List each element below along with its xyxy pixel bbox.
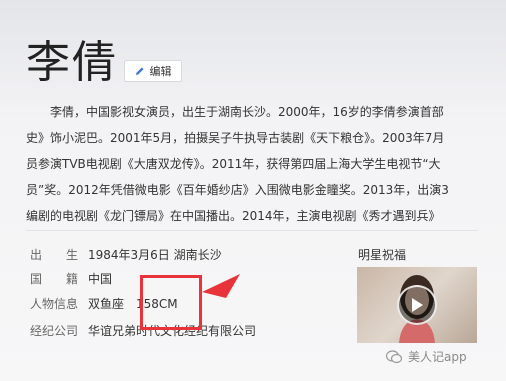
- summary-line: 员参演TVB电视剧《大唐双龙传》。2011年，获得第四届上海大学生电视节“大: [26, 157, 441, 171]
- summary-line: 史》饰小泥巴。2001年5月，拍摄吴子牛执导古装剧《天下粮仓》。2003年7月: [26, 131, 445, 145]
- divider: [26, 230, 478, 231]
- fans-section-title: 明星祝福: [358, 248, 407, 262]
- info-row-nationality: 国 籍中国: [30, 270, 112, 288]
- info-key: 国 籍: [30, 272, 79, 286]
- watermark: 美人记app: [386, 348, 467, 365]
- watermark-text: 美人记app: [408, 350, 467, 364]
- video-thumbnail[interactable]: [357, 267, 477, 343]
- wechat-icon: [386, 349, 402, 363]
- edit-button[interactable]: 编辑: [124, 60, 182, 82]
- info-row-birth: 出 生 1984年3月6日 湖南长沙: [30, 246, 222, 264]
- summary-line: 李倩，中国影视女演员，出生于湖南长沙。2000年，16岁的李倩参演首部: [26, 105, 444, 119]
- info-value: 1984年3月6日 湖南长沙: [88, 248, 222, 262]
- annotation-arrow: [202, 274, 240, 298]
- annotation-box: [140, 275, 202, 330]
- summary-line: 编剧的电视剧《龙门镖局》在中国播出。2014年，主演电视剧《秀才遇到兵》: [26, 209, 441, 223]
- info-value: 中国: [88, 272, 113, 286]
- summary-paragraph: 李倩，中国影视女演员，出生于湖南长沙。2000年，16岁的李倩参演首部 史》饰小…: [26, 99, 506, 229]
- page-title: 李倩: [26, 37, 118, 88]
- pencil-icon: [135, 67, 143, 75]
- info-key: 人物信息: [30, 297, 79, 311]
- summary-line: 员”奖。2012年凭借微电影《百年婚纱店》入围微电影金瞳奖。2013年，出演3: [26, 183, 449, 197]
- info-key: 出 生: [30, 248, 79, 262]
- info-key: 经纪公司: [30, 324, 79, 338]
- play-button[interactable]: [397, 285, 437, 325]
- play-icon: [412, 298, 423, 312]
- edit-label: 编辑: [149, 65, 172, 78]
